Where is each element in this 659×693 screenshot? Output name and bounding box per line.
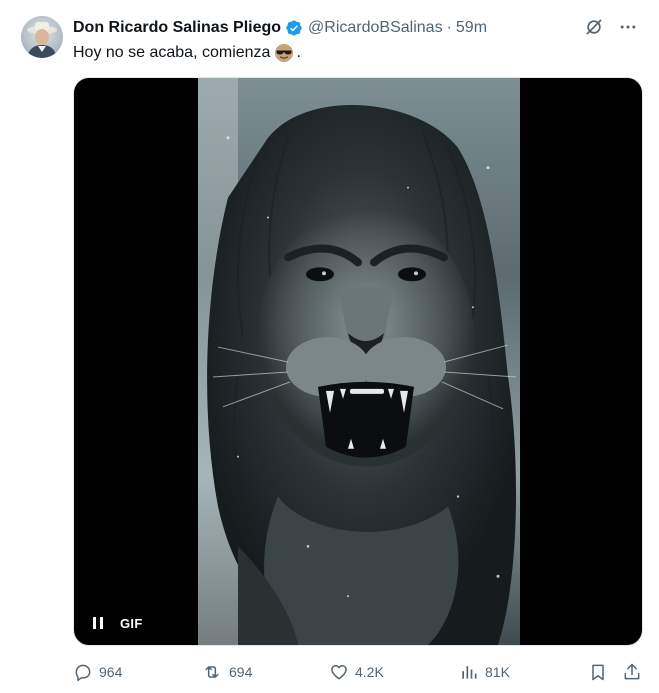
more-icon[interactable] (617, 16, 639, 38)
repost-icon (205, 666, 219, 678)
heart-icon (331, 665, 347, 680)
reply-count: 964 (99, 664, 123, 680)
separator-dot: · (446, 19, 452, 36)
verified-badge-icon[interactable] (285, 19, 303, 37)
tweet-body: Hoy no se acaba, comienza (73, 44, 271, 61)
bookmark-icon (592, 664, 604, 681)
gif-badge: GIF (120, 615, 143, 631)
avatar-image (21, 16, 63, 58)
tweet-text: Hoy no se acaba, comienza . (73, 42, 301, 64)
tweet-header: Don Ricardo Salinas Pliego @RicardoBSali… (73, 17, 487, 39)
views-count: 81K (485, 664, 510, 680)
timestamp[interactable]: 59m (456, 19, 487, 37)
tweet-trailing: . (296, 44, 301, 61)
like-button[interactable]: 4.2K (329, 662, 384, 682)
bookmark-button[interactable] (588, 662, 608, 682)
display-name[interactable]: Don Ricardo Salinas Pliego (73, 19, 281, 37)
share-icon (624, 663, 640, 680)
gif-controls: GIF (90, 615, 143, 631)
media-gif[interactable]: GIF (73, 77, 643, 646)
share-button[interactable] (622, 662, 642, 682)
reply-button[interactable]: 964 (73, 662, 122, 682)
pause-icon[interactable] (90, 615, 106, 631)
sunglasses-face-icon (274, 43, 294, 63)
lion-gif-frame (198, 78, 520, 645)
like-count: 4.2K (355, 664, 384, 680)
author-handle[interactable]: @RicardoBSalinas (308, 19, 443, 37)
header-actions (583, 16, 639, 38)
views-icon (462, 666, 477, 679)
repost-count: 694 (229, 664, 253, 680)
tweet-actions: 964 694 4.2K 81K (73, 660, 643, 684)
avatar[interactable] (21, 16, 63, 58)
reply-icon (75, 664, 91, 682)
grok-icon[interactable] (583, 16, 605, 38)
tweet: Don Ricardo Salinas Pliego @RicardoBSali… (0, 0, 659, 693)
repost-button[interactable]: 694 (201, 662, 252, 682)
views-button[interactable]: 81K (459, 662, 510, 682)
